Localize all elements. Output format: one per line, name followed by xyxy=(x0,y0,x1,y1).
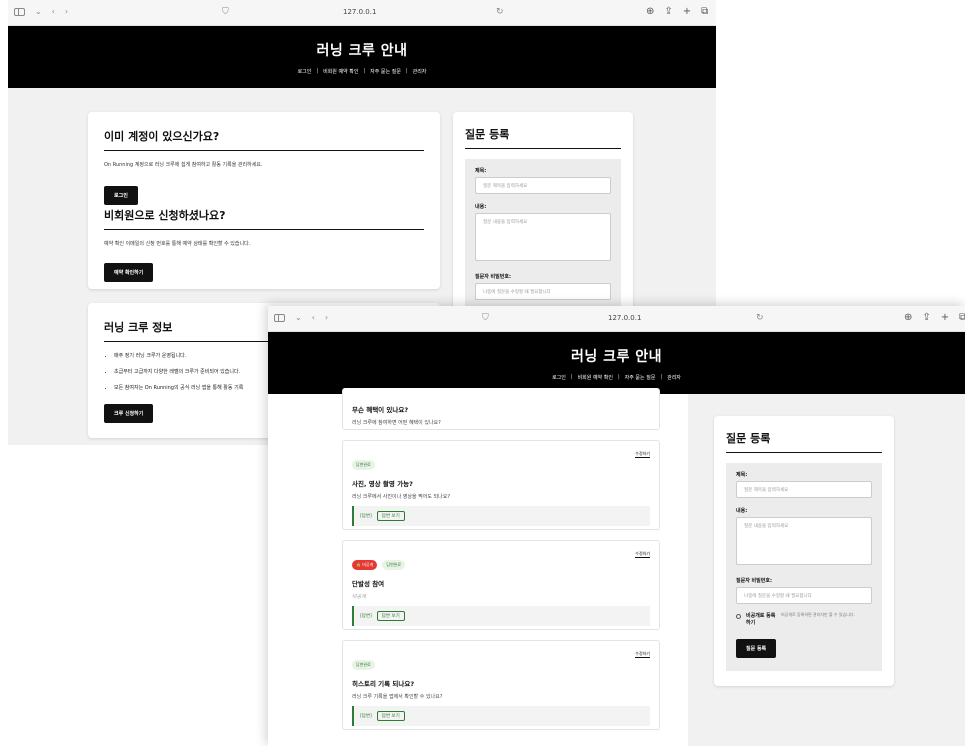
address-bar[interactable]: 127.0.0.1 xyxy=(343,8,376,16)
private-label[interactable]: 비공개로 등록하기 xyxy=(746,612,776,626)
nav-login[interactable]: 로그인 xyxy=(552,374,566,381)
guest-desc: 예약 확인 이메일의 신청 번호를 통해 예약 상태를 확인할 수 있습니다. xyxy=(104,241,251,247)
faq-list-panel: 무슨 혜택이 있나요? 러닝 크루에 참여하면 어떤 혜택이 있나요? 답변완료… xyxy=(268,388,688,746)
login-button[interactable]: 로그인 xyxy=(104,186,138,205)
view-answer-button[interactable]: 답변 보기 xyxy=(376,611,405,621)
password-label: 질문자 비밀번호: xyxy=(475,274,511,280)
account-desc: On Running 계정으로 러닝 크루에 쉽게 참여하고 활동 기록을 관리… xyxy=(104,162,263,168)
faq-list: 무슨 혜택이 있나요? 러닝 크루에 참여하면 어떤 혜택이 있나요? 답변완료… xyxy=(342,388,686,746)
site-header: 러닝 크루 안내 로그인 | 비회원 예약 확인 | 자주 묻는 질문 | 관리… xyxy=(268,332,965,394)
question-form-title: 질문 등록 xyxy=(465,126,621,149)
question-body: 러닝 크루에 참여하면 어떤 혜택이 있나요? xyxy=(352,420,441,426)
answer-box: [답변] 답변 보기 xyxy=(352,606,650,626)
chevron-down-icon[interactable]: ⌄ xyxy=(35,7,42,16)
browser-toolbar: ⌄ ‹ › ⛉ 127.0.0.1 ↻ ⊕ ⇪ + ⧉ xyxy=(268,306,965,332)
list-item[interactable]: 무슨 혜택이 있나요? 러닝 크루에 참여하면 어떤 혜택이 있나요? xyxy=(342,388,660,430)
nav-login[interactable]: 로그인 xyxy=(298,68,312,75)
nav-faq[interactable]: 자주 묻는 질문 xyxy=(625,374,656,381)
shield-icon: ⛉ xyxy=(482,313,489,323)
view-answer-button[interactable]: 답변 보기 xyxy=(376,511,405,521)
site-title: 러닝 크루 안내 xyxy=(316,43,408,59)
list-item[interactable]: 🔒 비공개 답변완료 수정하기 단발성 참여 비공개 [답변] 답변 보기 xyxy=(342,540,660,630)
site-title: 러닝 크루 안내 xyxy=(570,349,663,365)
nav-admin[interactable]: 관리자 xyxy=(413,68,427,75)
reservation-check-button[interactable]: 예약 확인하기 xyxy=(104,263,154,282)
question-title: 단발성 참여 xyxy=(352,580,385,588)
guest-title: 비회원으로 신청하셨나요? xyxy=(104,207,424,230)
answer-box: [답변] 답변 보기 xyxy=(352,506,650,526)
account-card: 이미 계정이 있으신가요? On Running 계정으로 러닝 크루에 쉽게 … xyxy=(88,112,440,289)
browser-window-front: ⌄ ‹ › ⛉ 127.0.0.1 ↻ ⊕ ⇪ + ⧉ 러닝 크루 안내 로그인… xyxy=(268,306,965,746)
answer-label: [답변] xyxy=(360,714,372,719)
edit-link[interactable]: 수정하기 xyxy=(635,551,650,558)
back-icon[interactable]: ‹ xyxy=(312,313,315,322)
question-title: 사진, 영상 촬영 가능? xyxy=(352,480,413,488)
answer-label: [답변] xyxy=(360,514,372,519)
question-form: 제목: 질문 제목을 입력하세요 내용: 질문 내용을 입력하세요 질문자 비밀… xyxy=(726,463,882,671)
content-textarea[interactable]: 질문 내용을 입력하세요 xyxy=(736,517,872,565)
question-body: 러닝 크루에서 사진이나 영상을 찍어도 되나요? xyxy=(352,494,451,500)
question-form-title: 질문 등록 xyxy=(726,430,882,453)
reload-icon[interactable]: ↻ xyxy=(496,7,504,17)
status-badge: 답변완료 xyxy=(352,660,375,670)
account-title: 이미 계정이 있으신가요? xyxy=(104,128,424,151)
view-answer-button[interactable]: 답변 보기 xyxy=(376,711,405,721)
list-item[interactable]: 답변완료 수정하기 히스토리 기록 되나요? 러닝 크루 기록을 앱에서 확인할… xyxy=(342,640,660,730)
subject-label: 제목: xyxy=(736,472,748,478)
main-nav: 로그인 | 비회원 예약 확인 | 자주 묻는 질문 | 관리자 xyxy=(297,68,427,75)
shield-icon: ⛉ xyxy=(222,7,229,17)
subject-label: 제목: xyxy=(475,168,487,174)
submit-question-button[interactable]: 질문 등록 xyxy=(736,639,777,658)
nav-guest-reservation[interactable]: 비회원 예약 확인 xyxy=(323,68,358,75)
password-input[interactable]: 나중에 질문을 수정할 때 필요합니다 xyxy=(475,283,611,300)
sidebar-toggle-icon[interactable] xyxy=(274,313,285,322)
nav-faq[interactable]: 자주 묻는 질문 xyxy=(370,68,401,75)
tabs-overview-icon[interactable]: ⧉ xyxy=(701,6,708,17)
new-tab-icon[interactable]: + xyxy=(683,6,691,17)
share-icon[interactable]: ⇪ xyxy=(922,312,930,323)
question-title: 무슨 혜택이 있나요? xyxy=(352,406,409,414)
address-bar[interactable]: 127.0.0.1 xyxy=(608,314,641,322)
list-item[interactable]: 답변완료 수정하기 사진, 영상 촬영 가능? 러닝 크루에서 사진이나 영상을… xyxy=(342,440,660,530)
question-body: 러닝 크루 기록을 앱에서 확인할 수 있나요? xyxy=(352,694,443,700)
status-badge: 답변완료 xyxy=(352,460,375,470)
chevron-down-icon[interactable]: ⌄ xyxy=(295,313,302,322)
subject-input[interactable]: 질문 제목을 입력하세요 xyxy=(736,481,872,498)
subject-input[interactable]: 질문 제목을 입력하세요 xyxy=(475,177,611,194)
private-option: 비공개로 등록하기 비공개로 등록하면 관리자만 볼 수 있습니다. xyxy=(736,612,872,629)
forward-icon[interactable]: › xyxy=(65,7,68,16)
crew-apply-button[interactable]: 크루 신청하기 xyxy=(104,404,154,423)
content-textarea[interactable]: 질문 내용을 입력하세요 xyxy=(475,213,611,261)
tabs-overview-icon[interactable]: ⧉ xyxy=(959,312,965,323)
browser-toolbar: ⌄ ‹ › ⛉ 127.0.0.1 ↻ ⊕ ⇪ + ⧉ xyxy=(8,0,716,26)
back-icon[interactable]: ‹ xyxy=(52,7,55,16)
nav-admin[interactable]: 관리자 xyxy=(667,374,681,381)
answer-label: [답변] xyxy=(360,614,372,619)
password-input[interactable]: 나중에 질문을 수정할 때 필요합니다 xyxy=(736,587,872,604)
new-tab-icon[interactable]: + xyxy=(941,312,949,323)
answer-box: [답변] 답변 보기 xyxy=(352,706,650,726)
edit-link[interactable]: 수정하기 xyxy=(635,651,650,658)
private-badge: 🔒 비공개 xyxy=(352,560,378,570)
site-header: 러닝 크루 안내 로그인 | 비회원 예약 확인 | 자주 묻는 질문 | 관리… xyxy=(8,26,716,88)
forward-icon[interactable]: › xyxy=(325,313,328,322)
content-label: 내용: xyxy=(736,508,748,514)
reload-icon[interactable]: ↻ xyxy=(756,313,764,323)
share-icon[interactable]: ⇪ xyxy=(664,6,672,17)
download-icon[interactable]: ⊕ xyxy=(904,312,912,323)
password-label: 질문자 비밀번호: xyxy=(736,578,772,584)
question-form-card: 질문 등록 제목: 질문 제목을 입력하세요 내용: 질문 내용을 입력하세요 … xyxy=(714,416,894,686)
question-title: 히스토리 기록 되나요? xyxy=(352,680,415,688)
private-radio[interactable] xyxy=(736,614,741,619)
private-hint: 비공개로 등록하면 관리자만 볼 수 있습니다. xyxy=(781,612,855,617)
content-label: 내용: xyxy=(475,204,487,210)
download-icon[interactable]: ⊕ xyxy=(646,6,654,17)
status-badge: 답변완료 xyxy=(382,560,406,570)
nav-guest-reservation[interactable]: 비회원 예약 확인 xyxy=(578,374,613,381)
edit-link[interactable]: 수정하기 xyxy=(635,451,650,458)
main-nav: 로그인 | 비회원 예약 확인 | 자주 묻는 질문 | 관리자 xyxy=(552,374,681,381)
question-body: 비공개 xyxy=(352,594,366,600)
sidebar-toggle-icon[interactable] xyxy=(14,7,25,16)
